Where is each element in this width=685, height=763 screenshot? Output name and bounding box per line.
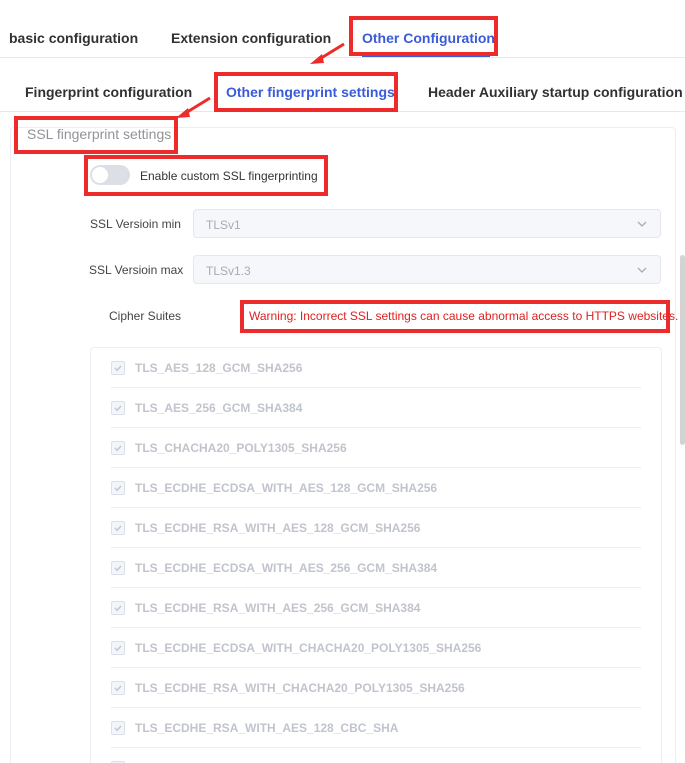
cipher-name: TLS_ECDHE_ECDSA_WITH_AES_256_GCM_SHA384 <box>135 561 438 575</box>
cipher-item: TLS_ECDHE_RSA_WITH_CHACHA20_POLY1305_SHA… <box>111 668 641 708</box>
cipher-checkbox[interactable] <box>111 401 125 415</box>
check-icon <box>114 365 122 372</box>
annotation-box-other-fingerprint-settings <box>214 72 398 112</box>
check-icon <box>114 565 122 572</box>
check-icon <box>114 645 122 652</box>
cipher-name: TLS_ECDHE_RSA_WITH_AES_128_CBC_SHA <box>135 721 399 735</box>
ssl-version-max-select[interactable]: TLSv1.3 <box>193 255 661 284</box>
cipher-item: TLS_AES_256_GCM_SHA384 <box>111 388 641 428</box>
annotation-box-ssl-fingerprint-settings <box>14 116 178 154</box>
ssl-version-min-select[interactable]: TLSv1 <box>193 209 661 238</box>
vertical-scrollbar[interactable] <box>680 255 685 445</box>
ssl-version-max-value: TLSv1.3 <box>206 264 251 278</box>
cipher-item: TLS_CHACHA20_POLY1305_SHA256 <box>111 428 641 468</box>
tab-fingerprint-configuration[interactable]: Fingerprint configuration <box>25 84 192 100</box>
ssl-version-min-label: SSL Versioin min <box>90 217 181 231</box>
check-icon <box>114 725 122 732</box>
annotation-arrow-icon <box>310 42 345 64</box>
cipher-name: TLS_ECDHE_RSA_WITH_AES_128_GCM_SHA256 <box>135 521 421 535</box>
cipher-item: TLS_ECDHE_RSA_WITH_AES_128_GCM_SHA256 <box>111 508 641 548</box>
tab-header-auxiliary-startup-configuration[interactable]: Header Auxiliary startup configuration <box>428 84 683 100</box>
cipher-item: TLS_ECDHE_ECDSA_WITH_AES_128_GCM_SHA256 <box>111 468 641 508</box>
annotation-arrow-icon <box>176 96 211 118</box>
cipher-name: TLS_AES_256_GCM_SHA384 <box>135 401 303 415</box>
check-icon <box>114 525 122 532</box>
cipher-name: TLS_ECDHE_ECDSA_WITH_AES_128_GCM_SHA256 <box>135 481 438 495</box>
chevron-down-icon <box>637 221 647 227</box>
cipher-item-partial <box>111 748 641 763</box>
check-icon <box>114 405 122 412</box>
chevron-down-icon <box>637 267 647 273</box>
cipher-item: TLS_AES_128_GCM_SHA256 <box>111 348 641 388</box>
check-icon <box>114 445 122 452</box>
cipher-item: TLS_ECDHE_RSA_WITH_AES_256_GCM_SHA384 <box>111 588 641 628</box>
check-icon <box>114 685 122 692</box>
tab-basic-configuration[interactable]: basic configuration <box>9 30 138 46</box>
cipher-checkbox[interactable] <box>111 361 125 375</box>
cipher-name: TLS_ECDHE_RSA_WITH_CHACHA20_POLY1305_SHA… <box>135 681 465 695</box>
cipher-suites-label: Cipher Suites <box>109 309 182 323</box>
cipher-checkbox[interactable] <box>111 441 125 455</box>
annotation-box-other-configuration <box>349 16 498 56</box>
cipher-suite-list: TLS_AES_128_GCM_SHA256 TLS_AES_256_GCM_S… <box>90 347 662 763</box>
cipher-item: TLS_ECDHE_RSA_WITH_AES_128_CBC_SHA <box>111 708 641 748</box>
cipher-item: TLS_ECDHE_ECDSA_WITH_CHACHA20_POLY1305_S… <box>111 628 641 668</box>
cipher-name: TLS_ECDHE_RSA_WITH_AES_256_GCM_SHA384 <box>135 601 421 615</box>
ssl-version-max-label: SSL Versioin max <box>89 263 184 277</box>
ssl-version-min-value: TLSv1 <box>206 218 241 232</box>
cipher-checkbox[interactable] <box>111 721 125 735</box>
cipher-checkbox[interactable] <box>111 601 125 615</box>
check-icon <box>114 605 122 612</box>
annotation-box-warning <box>240 300 670 333</box>
cipher-name: TLS_AES_128_GCM_SHA256 <box>135 361 303 375</box>
cipher-name: TLS_ECDHE_ECDSA_WITH_CHACHA20_POLY1305_S… <box>135 641 482 655</box>
cipher-checkbox[interactable] <box>111 521 125 535</box>
cipher-checkbox[interactable] <box>111 561 125 575</box>
cipher-checkbox[interactable] <box>111 481 125 495</box>
annotation-box-custom-ssl-toggle <box>84 155 328 196</box>
cipher-name: TLS_CHACHA20_POLY1305_SHA256 <box>135 441 347 455</box>
check-icon <box>114 485 122 492</box>
cipher-checkbox[interactable] <box>111 641 125 655</box>
cipher-item: TLS_ECDHE_ECDSA_WITH_AES_256_GCM_SHA384 <box>111 548 641 588</box>
cipher-checkbox[interactable] <box>111 681 125 695</box>
